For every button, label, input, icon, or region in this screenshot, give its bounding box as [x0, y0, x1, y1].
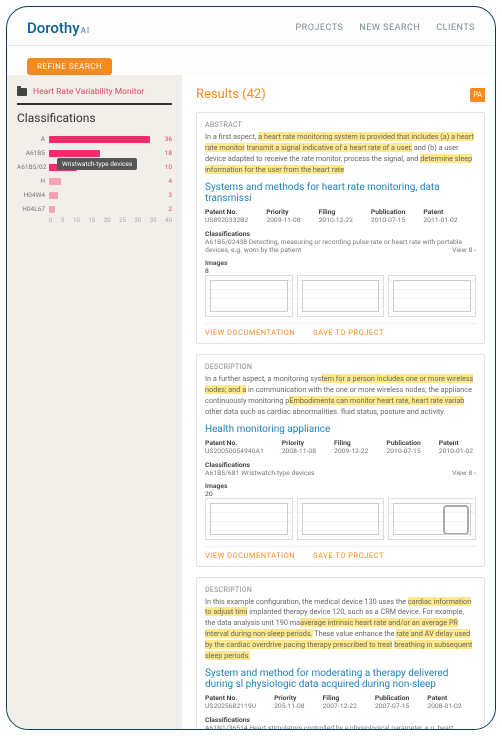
nav-projects[interactable]: PROJECTS	[295, 23, 343, 33]
page-button[interactable]: PA	[470, 88, 485, 102]
result-title[interactable]: System and method for moderating a thera…	[205, 668, 476, 690]
classifications-chart: A36A61B518A61B5/0210H4H04W43H04L67205101…	[17, 133, 172, 224]
nav-new-search[interactable]: NEW SEARCH	[359, 23, 420, 33]
refine-search-button[interactable]: REFINE SEARCH	[27, 58, 112, 75]
brand-logo[interactable]: DorothyAI	[27, 19, 90, 37]
sidebar: Heart Rate Variability Monitor Classific…	[7, 75, 182, 729]
result-card: DESCRIPTIONIn this example configuration…	[196, 577, 485, 730]
sidebar-title: Classifications	[17, 111, 172, 125]
save-to-project-link[interactable]: SAVE TO PROJECT	[313, 551, 384, 560]
top-nav: PROJECTS NEW SEARCH CLIENTS	[295, 23, 475, 33]
result-title[interactable]: Systems and methods for heart rate monit…	[205, 182, 476, 204]
result-thumbnail[interactable]	[297, 498, 385, 540]
result-thumbnail[interactable]	[388, 275, 476, 317]
view-documentation-link[interactable]: VIEW DOCUMENTATION	[205, 328, 295, 337]
nav-clients[interactable]: CLIENTS	[436, 23, 475, 33]
result-title[interactable]: Health monitoring appliance	[205, 424, 476, 435]
result-card: ABSTRACTIn a first aspect, a heart rate …	[196, 112, 485, 344]
folder-icon	[17, 88, 27, 96]
save-to-project-link[interactable]: SAVE TO PROJECT	[313, 328, 384, 337]
result-thumbnail[interactable]	[388, 498, 476, 540]
results-title: Results (42)	[196, 87, 266, 102]
result-thumbnail[interactable]	[297, 275, 385, 317]
results-panel: Results (42) PA ABSTRACTIn a first aspec…	[182, 75, 495, 729]
result-thumbnail[interactable]	[205, 498, 293, 540]
chart-tooltip: Wristwatch-type devices	[57, 158, 137, 170]
result-card: DESCRIPTIONIn a further aspect, a monito…	[196, 354, 485, 567]
view-documentation-link[interactable]: VIEW DOCUMENTATION	[205, 551, 295, 560]
breadcrumb[interactable]: Heart Rate Variability Monitor	[17, 87, 172, 97]
breadcrumb-text: Heart Rate Variability Monitor	[33, 87, 144, 97]
result-thumbnail[interactable]	[205, 275, 293, 317]
